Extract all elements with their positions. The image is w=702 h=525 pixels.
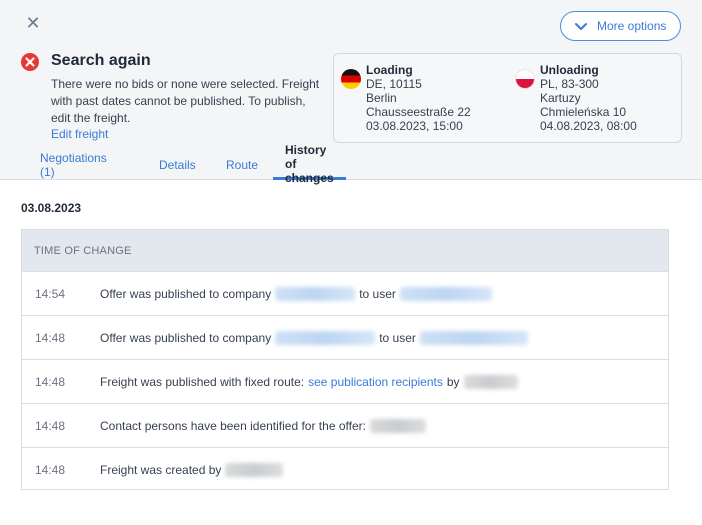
row-text: Offer was published to company	[100, 286, 272, 301]
redacted-company-name	[275, 330, 376, 345]
more-options-button[interactable]: More options	[560, 11, 681, 41]
row-description: Contact persons have been identified for…	[100, 418, 430, 433]
loading-street: Chausseestraße 22	[366, 105, 471, 119]
unloading-datetime: 04.08.2023, 08:00	[540, 119, 637, 133]
table-row: 14:48 Freight was created by	[22, 447, 668, 491]
row-description: Freight was created by	[100, 462, 287, 477]
redacted-company-name	[275, 286, 356, 301]
see-publication-recipients-link[interactable]: see publication recipients	[308, 375, 443, 389]
route-summary: Loading DE, 10115 Berlin Chausseestraße …	[333, 53, 682, 143]
table-row: 14:48 Offer was published to company to …	[22, 315, 668, 359]
row-description: Freight was published with fixed route: …	[100, 374, 522, 389]
close-icon[interactable]: ✕	[24, 13, 42, 33]
row-text: Contact persons have been identified for…	[100, 418, 366, 433]
unloading-label: Unloading	[540, 63, 599, 77]
row-description: Offer was published to company to user	[100, 330, 532, 345]
row-text: Freight was published with fixed route:	[100, 374, 305, 389]
loading-stop: Loading DE, 10115 Berlin Chausseestraße …	[366, 63, 471, 133]
loading-datetime: 03.08.2023, 15:00	[366, 119, 463, 133]
unloading-country-zip: PL, 83-300	[540, 77, 599, 91]
tab-route[interactable]: Route	[226, 150, 258, 180]
error-icon	[21, 53, 39, 71]
loading-label: Loading	[366, 63, 413, 77]
row-description: Offer was published to company to user	[100, 286, 496, 301]
row-time: 14:54	[35, 286, 66, 301]
redacted-user-name	[463, 374, 518, 389]
poland-flag-icon	[515, 69, 535, 89]
table-row: 14:48 Freight was published with fixed r…	[22, 359, 668, 403]
freight-header: ✕ More options Search again There were n…	[0, 0, 702, 185]
unloading-city: Kartuzy	[540, 91, 581, 105]
history-table: TIME OF CHANGE 14:54 Offer was published…	[21, 229, 669, 490]
redacted-user-name	[419, 330, 528, 345]
unloading-street: Chmieleńska 10	[540, 105, 627, 119]
tab-history-of-changes[interactable]: History of changes	[273, 143, 346, 185]
loading-city: Berlin	[366, 91, 397, 105]
more-options-label: More options	[597, 19, 667, 33]
row-text-connector: by	[446, 374, 460, 389]
row-time: 14:48	[35, 418, 66, 433]
table-row: 14:48 Contact persons have been identifi…	[22, 403, 668, 447]
history-date: 03.08.2023	[21, 201, 82, 215]
status-message: There were no bids or none were selected…	[51, 77, 320, 125]
table-row: 14:54 Offer was published to company to …	[22, 271, 668, 315]
redacted-user-name	[399, 286, 492, 301]
edit-freight-link[interactable]: Edit freight	[51, 127, 108, 141]
column-header-time-of-change: TIME OF CHANGE	[22, 230, 668, 271]
redacted-contact-name	[369, 418, 426, 433]
row-time: 14:48	[35, 462, 66, 477]
unloading-stop: Unloading PL, 83-300 Kartuzy Chmieleńska…	[540, 63, 637, 133]
loading-country-zip: DE, 10115	[366, 77, 422, 91]
status-title: Search again	[51, 52, 151, 69]
chevron-down-icon	[575, 23, 587, 30]
row-text-connector: to user	[359, 286, 396, 301]
germany-flag-icon	[341, 69, 361, 89]
tab-details[interactable]: Details	[159, 150, 196, 180]
row-text: Freight was created by	[100, 462, 222, 477]
row-text-connector: to user	[379, 330, 416, 345]
tab-negotiations[interactable]: Negotiations (1)	[40, 150, 107, 180]
redacted-user-name	[225, 462, 284, 477]
row-time: 14:48	[35, 374, 66, 389]
row-time: 14:48	[35, 330, 66, 345]
row-text: Offer was published to company	[100, 330, 272, 345]
